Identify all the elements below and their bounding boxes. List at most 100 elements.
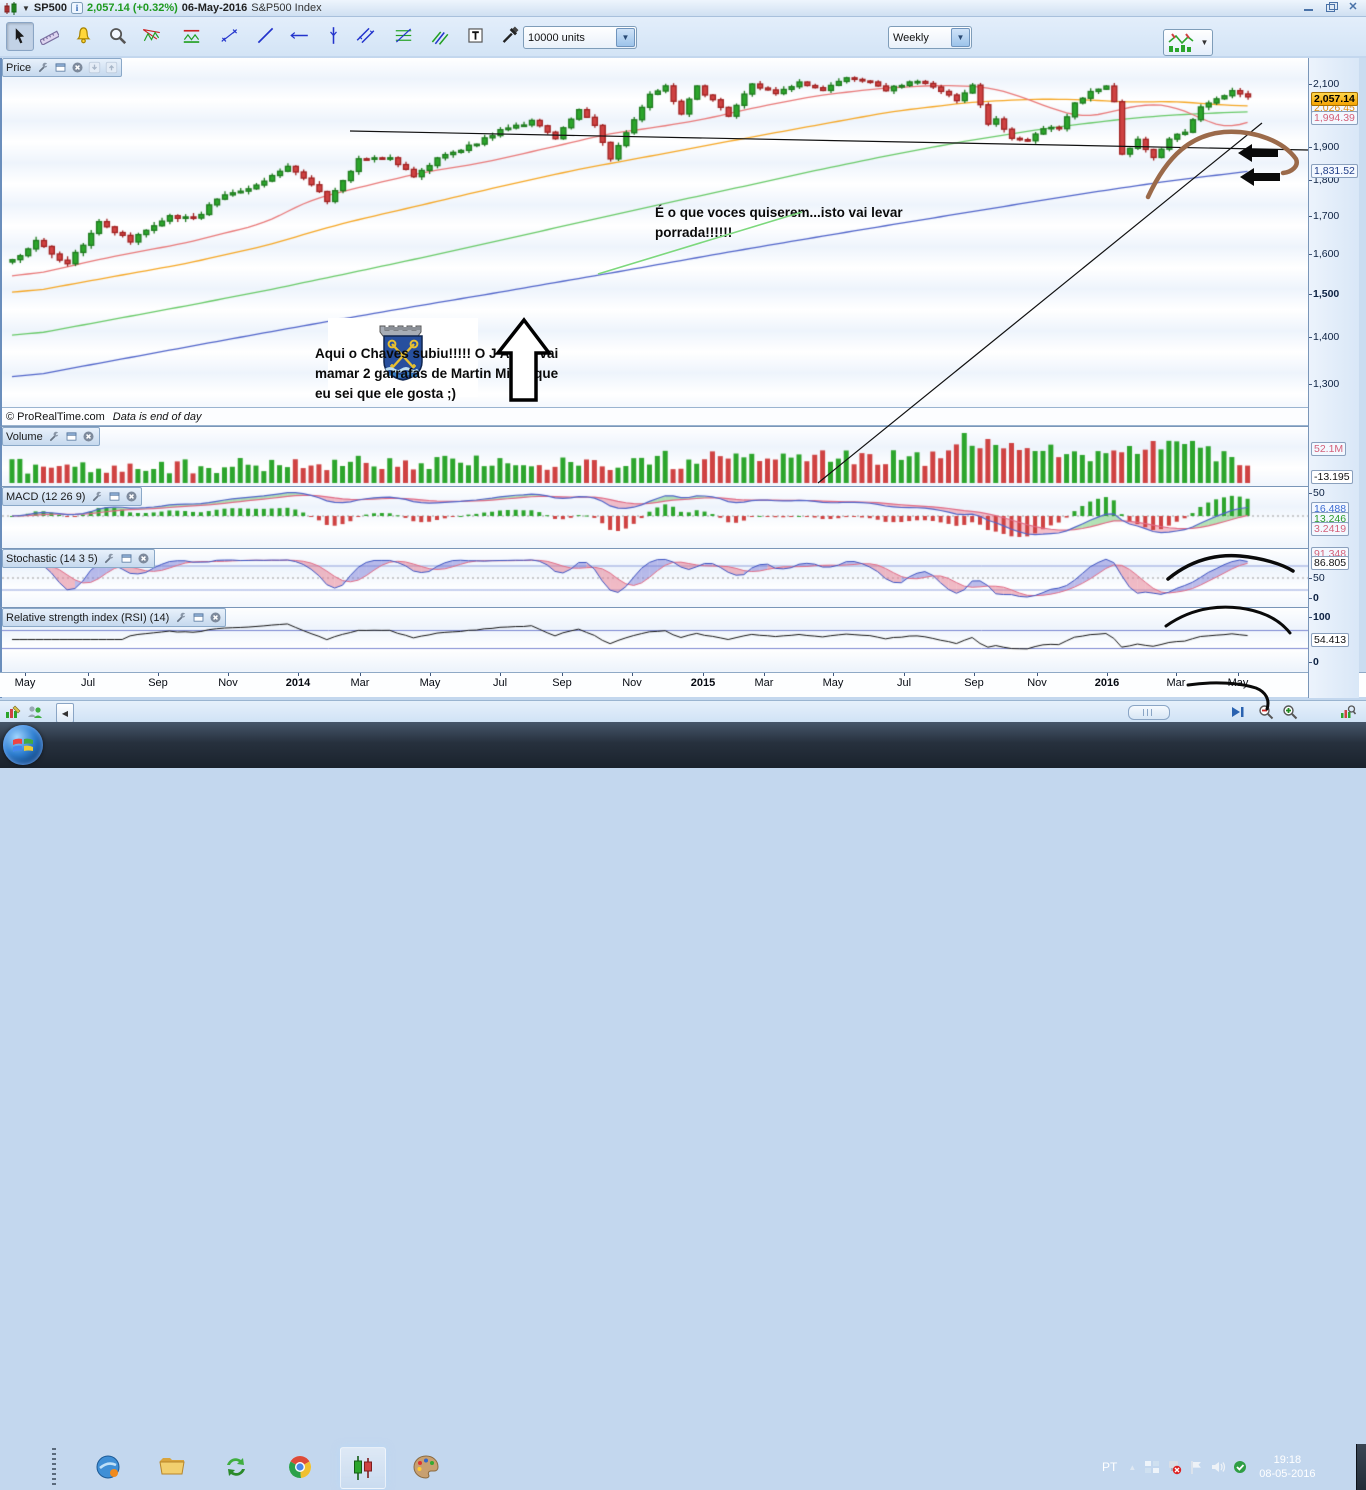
time-axis-label: 2015 — [690, 677, 716, 689]
detach-window-icon[interactable] — [53, 61, 67, 75]
drawing-options-tool[interactable] — [496, 22, 522, 49]
system-tray: PT ▲ 19:18 08-05-2016 — [1096, 1444, 1356, 1490]
units-dropdown-caret[interactable]: ▼ — [616, 28, 635, 47]
action-center-flag-icon[interactable] — [1185, 1456, 1207, 1478]
trendline-tool[interactable] — [252, 22, 278, 49]
drawing-toolbar: 10000 units ▼ Weekly ▼ — [0, 17, 1366, 57]
start-button[interactable] — [3, 725, 43, 765]
rsi-panel-label: Relative strength index (RSI) (14) — [6, 611, 170, 624]
chrome-icon[interactable] — [278, 1447, 322, 1487]
time-axis-label: Nov — [1027, 677, 1047, 689]
zoom-tool[interactable] — [104, 22, 130, 49]
vertical-line-tool[interactable] — [320, 22, 346, 49]
index-name: S&P500 Index — [251, 2, 322, 14]
show-desktop-button[interactable] — [1356, 1444, 1366, 1490]
detach-window-icon[interactable] — [65, 430, 79, 444]
chart-bottom-toolbar: ◀ — [0, 700, 1366, 723]
explorer-folder-icon[interactable] — [150, 1447, 194, 1487]
timeframe-dropdown-caret[interactable]: ▼ — [951, 28, 970, 47]
scroll-left-button[interactable]: ◀ — [56, 703, 74, 723]
tray-date: 08-05-2016 — [1259, 1468, 1316, 1480]
time-axis-label: May — [822, 677, 844, 689]
go-last-icon[interactable] — [1228, 703, 1248, 721]
timeframe-dropdown[interactable]: Weekly ▼ — [888, 26, 972, 49]
stochastic-panel-label: Stochastic (14 3 5) — [6, 552, 98, 565]
fibonacci-tool[interactable] — [390, 22, 416, 49]
segment-tool[interactable] — [216, 22, 242, 49]
paint-icon[interactable] — [404, 1447, 448, 1487]
ruler-tool[interactable] — [36, 22, 62, 49]
close-icon[interactable] — [208, 611, 222, 625]
detach-window-icon[interactable] — [120, 552, 134, 566]
tray-time: 19:18 — [1273, 1454, 1302, 1466]
time-axis-label: Mar — [350, 677, 370, 689]
media-player-icon[interactable] — [86, 1447, 130, 1487]
zoom-out-icon[interactable] — [1256, 703, 1276, 721]
device-unplugged-icon[interactable] — [1163, 1456, 1185, 1478]
sharing-icon[interactable] — [214, 1447, 258, 1487]
ma-verylong-value-badge: 1,831.52 — [1311, 164, 1358, 179]
parallel-lines-tool[interactable] — [352, 22, 378, 49]
tray-clock[interactable]: 19:18 08-05-2016 — [1251, 1453, 1323, 1481]
detach-window-icon[interactable] — [107, 490, 121, 504]
hidden-icons-caret[interactable]: ▲ — [1123, 1463, 1141, 1472]
window-right-strip — [1358, 58, 1366, 672]
contacts-icon[interactable] — [25, 703, 45, 721]
macd-panel-label: MACD (12 26 9) — [6, 490, 86, 503]
updates-icon[interactable] — [1229, 1456, 1251, 1478]
pointer-tool[interactable] — [6, 22, 34, 51]
prorealtime-icon[interactable] — [340, 1447, 386, 1489]
time-scrollbar-thumb[interactable] — [1128, 705, 1170, 720]
chart-list-icon[interactable] — [3, 703, 23, 721]
close-button[interactable]: ✕ — [1346, 1, 1360, 13]
horizontal-line-tool[interactable] — [286, 22, 312, 49]
price-axis-tick: 50 — [1309, 487, 1325, 499]
pattern-detector-tool[interactable] — [138, 22, 164, 49]
minimize-button[interactable] — [1302, 1, 1316, 13]
move-up-icon[interactable] — [104, 61, 118, 75]
units-dropdown[interactable]: 10000 units ▼ — [523, 26, 637, 49]
zoom-fit-icon[interactable] — [1338, 703, 1358, 721]
price-axis-tick: 1,400 — [1308, 331, 1340, 344]
price-axis-tick: 1,700 — [1308, 210, 1340, 223]
wrench-icon[interactable] — [90, 490, 104, 504]
last-price-badge: 2,057.14 — [1311, 91, 1358, 106]
price-axis-tick: 100 — [1309, 611, 1331, 623]
symbol-dropdown-caret[interactable]: ▼ — [22, 4, 30, 13]
vm-window-icon[interactable] — [1141, 1456, 1163, 1478]
price-axis-tick: 50 — [1309, 572, 1325, 584]
zoom-in-icon[interactable] — [1280, 703, 1300, 721]
chart-area: © ProRealTime.com Data is end of day Pri… — [0, 56, 1366, 711]
close-icon[interactable] — [124, 490, 138, 504]
indicator-chart-icon — [1168, 32, 1194, 52]
wrench-icon[interactable] — [48, 430, 62, 444]
chart-display-caret[interactable]: ▼ — [1197, 29, 1213, 56]
move-down-icon[interactable] — [87, 61, 101, 75]
pitchfork-tool[interactable] — [426, 22, 452, 49]
time-axis-label: Nov — [622, 677, 642, 689]
close-icon[interactable] — [70, 61, 84, 75]
macd-chart-canvas[interactable] — [2, 486, 1308, 548]
annotation-text-1: É o que voces quiserem...isto vai levar … — [655, 205, 903, 240]
alert-tool[interactable] — [70, 22, 96, 49]
wrench-icon[interactable] — [174, 611, 188, 625]
close-icon[interactable] — [137, 552, 151, 566]
wrench-icon[interactable] — [36, 61, 50, 75]
language-indicator[interactable]: PT — [1096, 1460, 1123, 1474]
text-tool[interactable] — [462, 22, 488, 49]
price-axis-tick: 0 — [1309, 592, 1319, 604]
volume-chart-canvas[interactable] — [2, 426, 1308, 486]
title-bar: ▼ SP500 i 2,057.14 (+0.32%) 06-May-2016 … — [0, 0, 1366, 17]
stochastic-chart-canvas[interactable] — [2, 548, 1308, 607]
chart-display-button[interactable] — [1163, 29, 1199, 56]
channel-detector-tool[interactable] — [178, 22, 204, 49]
volume-icon[interactable] — [1207, 1456, 1229, 1478]
close-icon[interactable] — [82, 430, 96, 444]
price-axis-column: 2,100 1,900 1,800 1,700 1,600 1,500 1,400 1,300… — [1308, 58, 1359, 698]
wrench-icon[interactable] — [103, 552, 117, 566]
info-icon[interactable]: i — [70, 2, 83, 14]
restore-button[interactable] — [1324, 1, 1338, 13]
copyright-strip: © ProRealTime.com Data is end of day — [2, 407, 1308, 426]
detach-window-icon[interactable] — [191, 611, 205, 625]
volume-panel-label: Volume — [6, 430, 43, 443]
